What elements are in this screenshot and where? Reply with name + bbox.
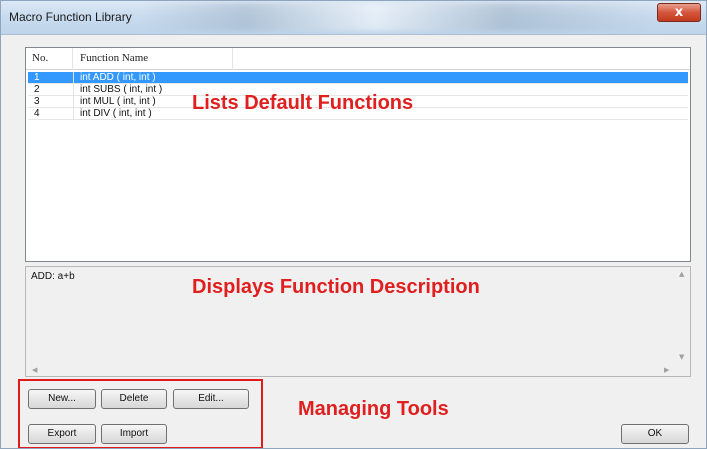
macro-function-library-window: Macro Function Library x No. Function Na… — [0, 0, 707, 449]
column-divider — [73, 108, 74, 120]
row-number: 2 — [34, 84, 40, 95]
edit-button[interactable]: Edit... — [173, 389, 249, 409]
row-function-name: int ADD ( int, int ) — [80, 72, 156, 83]
row-function-name: int DIV ( int, int ) — [80, 108, 152, 119]
column-divider — [232, 48, 233, 70]
row-number: 4 — [34, 108, 40, 119]
horizontal-scrollbar[interactable]: ◀ ▶ — [26, 366, 676, 376]
title-bar-blur — [141, 3, 661, 31]
column-divider — [73, 84, 74, 96]
column-divider — [72, 48, 73, 70]
scroll-down-icon[interactable]: ▼ — [679, 353, 684, 361]
column-header-no[interactable]: No. — [32, 52, 48, 64]
function-description-text: ADD: a+b — [31, 271, 75, 282]
scroll-left-icon[interactable]: ◀ — [32, 366, 37, 374]
row-function-name: int SUBS ( int, int ) — [80, 84, 163, 95]
column-divider — [73, 72, 74, 84]
annotation-description: Displays Function Description — [192, 276, 480, 298]
row-number: 3 — [34, 96, 40, 107]
export-button[interactable]: Export — [28, 424, 96, 444]
annotation-list: Lists Default Functions — [192, 92, 414, 114]
delete-button[interactable]: Delete — [101, 389, 167, 409]
close-button[interactable]: x — [657, 3, 701, 22]
new-button[interactable]: New... — [28, 389, 96, 409]
window-title: Macro Function Library — [9, 10, 132, 24]
list-row-1[interactable]: 1 int ADD ( int, int ) — [28, 72, 688, 84]
column-header-function-name[interactable]: Function Name — [80, 52, 148, 64]
column-divider — [73, 96, 74, 108]
list-header: No. Function Name — [26, 48, 690, 70]
import-button[interactable]: Import — [101, 424, 167, 444]
scroll-right-icon[interactable]: ▶ — [664, 366, 669, 374]
row-number: 1 — [34, 72, 40, 83]
row-function-name: int MUL ( int, int ) — [80, 96, 156, 107]
close-icon: x — [674, 5, 684, 20]
vertical-scrollbar[interactable]: ▲ ▼ — [676, 267, 690, 366]
annotation-tools: Managing Tools — [298, 398, 449, 420]
ok-button[interactable]: OK — [621, 424, 689, 444]
title-bar[interactable]: Macro Function Library x — [1, 1, 706, 35]
scroll-up-icon[interactable]: ▲ — [679, 270, 684, 278]
function-list[interactable]: No. Function Name 1 int ADD ( int, int )… — [25, 47, 691, 262]
